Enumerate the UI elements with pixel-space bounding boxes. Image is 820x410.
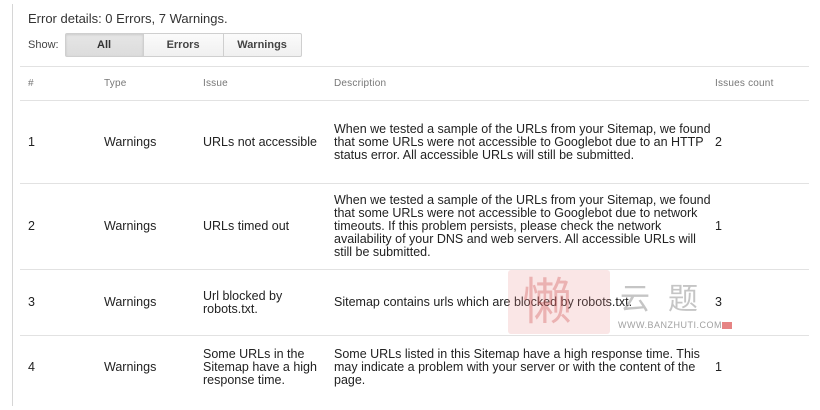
column-header-issues-count[interactable]: Issues count (715, 67, 809, 100)
row-description: When we tested a sample of the URLs from… (334, 193, 711, 259)
row-issues-count: 3 (715, 295, 722, 309)
filter-all-button[interactable]: All (64, 33, 144, 57)
table-header-row: # Type Issue Description Issues count (20, 66, 809, 100)
table-row[interactable]: 2 Warnings URLs timed out When we tested… (20, 183, 809, 269)
error-details-table: # Type Issue Description Issues count 1 … (20, 66, 809, 399)
column-header-type[interactable]: Type (104, 67, 200, 100)
show-label: Show: (28, 39, 59, 51)
filter-warnings-button[interactable]: Warnings (223, 33, 302, 57)
row-number: 4 (28, 360, 35, 374)
row-issue: URLs not accessible (203, 134, 317, 149)
row-issue: URLs timed out (203, 219, 290, 233)
row-description: When we tested a sample of the URLs from… (334, 121, 711, 162)
table-row[interactable]: 3 Warnings Url blocked by robots.txt. Si… (20, 269, 809, 335)
row-issues-count: 2 (715, 134, 722, 149)
column-header-number[interactable]: # (28, 67, 88, 100)
row-type: Warnings (104, 295, 157, 309)
row-description: Some URLs listed in this Sitemap have a … (334, 347, 700, 387)
filter-bar: Show: All Errors Warnings (28, 32, 302, 58)
row-number: 2 (28, 219, 35, 233)
row-type: Warnings (104, 360, 157, 374)
row-type: Warnings (104, 219, 157, 233)
row-issues-count: 1 (715, 360, 722, 374)
error-details-title: Error details: 0 Errors, 7 Warnings. (28, 11, 228, 26)
filter-errors-button[interactable]: Errors (143, 33, 224, 57)
column-header-issue[interactable]: Issue (203, 67, 333, 100)
column-header-description[interactable]: Description (334, 67, 714, 100)
filter-segmented-control: All Errors Warnings (64, 33, 302, 57)
row-number: 3 (28, 295, 35, 309)
left-border-rule (12, 4, 13, 406)
table-row[interactable]: 1 Warnings URLs not accessible When we t… (20, 100, 809, 183)
row-issue: Url blocked by robots.txt. (203, 288, 283, 316)
table-row[interactable]: 4 Warnings Some URLs in the Sitemap have… (20, 335, 809, 399)
row-type: Warnings (104, 134, 157, 149)
row-description: Sitemap contains urls which are blocked … (334, 295, 633, 309)
row-issue: Some URLs in the Sitemap have a high res… (203, 347, 317, 387)
row-issues-count: 1 (715, 219, 722, 233)
row-number: 1 (28, 134, 35, 149)
